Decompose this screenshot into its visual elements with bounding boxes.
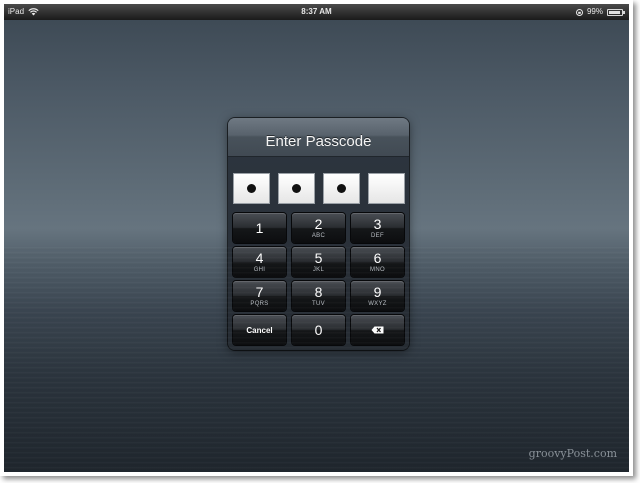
passcode-digit-2 (278, 173, 315, 204)
key-7[interactable]: 7 PQRS (233, 281, 286, 311)
battery-icon (607, 8, 625, 16)
key-number: 5 (314, 249, 323, 266)
key-4[interactable]: 4 GHI (233, 247, 286, 277)
passcode-digit-4 (368, 173, 405, 204)
key-number: 3 (373, 215, 382, 232)
key-letters: DEF (371, 232, 384, 239)
passcode-field[interactable] (233, 173, 405, 204)
key-1[interactable]: 1 (233, 213, 286, 243)
key-letters: ABC (311, 232, 326, 239)
key-number: 8 (314, 283, 323, 300)
key-letters: JKL (312, 266, 325, 273)
key-2[interactable]: 2 ABC (292, 213, 345, 243)
key-6[interactable]: 6 MNO (351, 247, 404, 277)
status-time: 8:37 AM (301, 7, 332, 16)
key-3[interactable]: 3 DEF (351, 213, 404, 243)
cancel-label: Cancel (246, 325, 273, 335)
key-number: 0 (314, 322, 323, 338)
delete-icon (371, 326, 384, 334)
entered-dot (247, 184, 256, 193)
key-letters: WXYZ (368, 300, 387, 307)
dialog-title: Enter Passcode (265, 133, 372, 150)
key-number: 2 (314, 215, 323, 232)
key-number: 4 (255, 249, 264, 266)
entered-dot (337, 184, 346, 193)
cancel-button[interactable]: Cancel (233, 315, 286, 345)
key-8[interactable]: 8 TUV (292, 281, 345, 311)
passcode-digit-1 (233, 173, 270, 204)
watermark: groovyPost.com (528, 447, 617, 460)
delete-button[interactable] (351, 315, 404, 345)
key-9[interactable]: 9 WXYZ (351, 281, 404, 311)
orientation-lock-icon (575, 8, 583, 16)
key-letters: PQRS (250, 300, 269, 307)
screenshot-frame: iPad 8:37 AM 99% Enter Passcode 1 2 ABC … (0, 0, 633, 476)
key-letters: TUV (312, 300, 325, 307)
key-0[interactable]: 0 (292, 315, 345, 345)
key-letters: GHI (253, 266, 266, 273)
key-5[interactable]: 5 JKL (292, 247, 345, 277)
entered-dot (292, 184, 301, 193)
key-number: 1 (255, 220, 264, 236)
key-number: 7 (255, 283, 264, 300)
key-letters: MNO (370, 266, 385, 273)
key-number: 6 (373, 249, 382, 266)
passcode-digit-3 (323, 173, 360, 204)
key-number: 9 (373, 283, 382, 300)
lock-screen: iPad 8:37 AM 99% Enter Passcode 1 2 ABC … (4, 4, 629, 472)
passcode-dialog: Enter Passcode 1 2 ABC 3 DEF 4 GHI 5 JKL… (228, 118, 409, 350)
keypad: 1 2 ABC 3 DEF 4 GHI 5 JKL 6 MNO 7 PQRS 8… (233, 213, 404, 345)
dialog-header: Enter Passcode (228, 118, 409, 157)
status-bar: iPad 8:37 AM 99% (4, 4, 629, 20)
battery-percent: 99% (586, 7, 603, 16)
